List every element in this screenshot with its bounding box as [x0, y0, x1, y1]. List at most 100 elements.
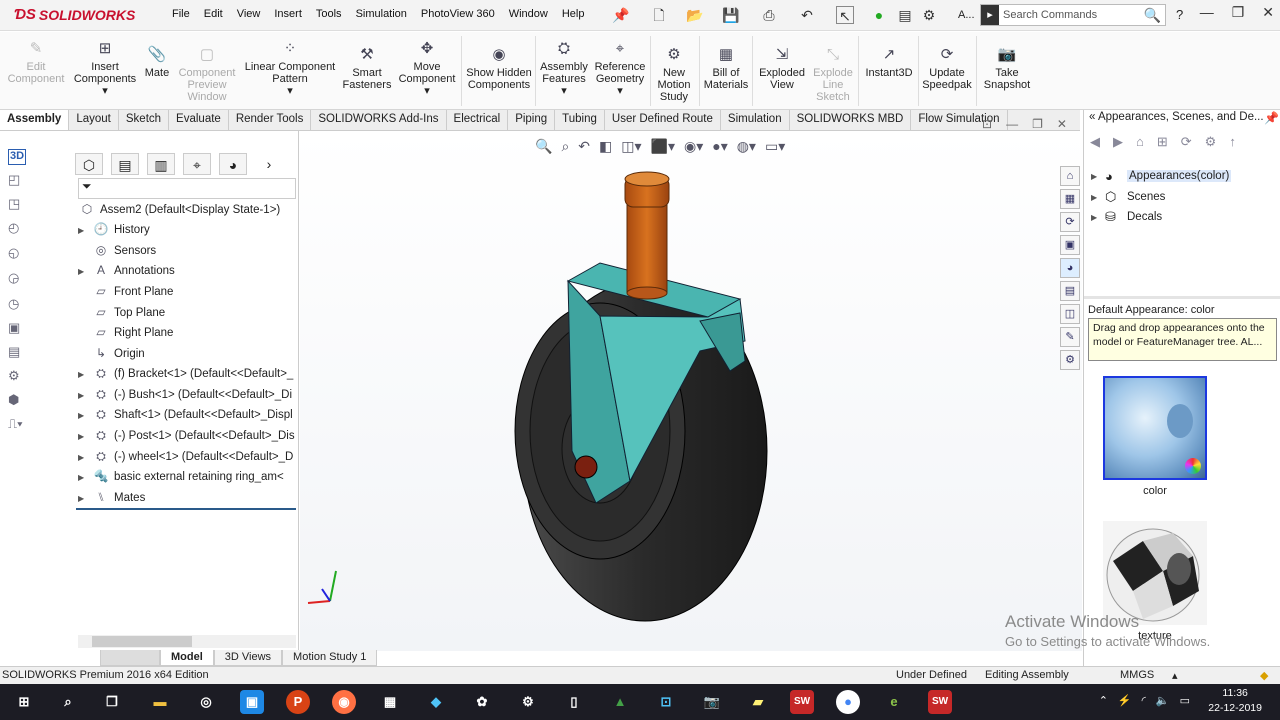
pane-divider[interactable]: [1084, 296, 1280, 299]
toolbox-icon[interactable]: ✎: [1060, 327, 1080, 347]
exploded-view-button[interactable]: ⇲ Exploded View: [756, 46, 808, 91]
configuration-manager-tab-icon[interactable]: ▥: [147, 153, 175, 175]
assembly-features-button[interactable]: ⛭ Assembly Features ▾: [538, 40, 590, 97]
home-icon[interactable]: ⌂: [1136, 134, 1144, 150]
menu-insert[interactable]: Insert: [274, 8, 302, 20]
expand-arrow-icon[interactable]: ▶: [78, 432, 92, 441]
user-initial-icon[interactable]: A...: [958, 9, 975, 21]
bill-of-materials-button[interactable]: ▦ Bill of Materials: [702, 46, 750, 91]
tray-arrow-icon[interactable]: ⌃: [1099, 694, 1108, 707]
keyboard-icon[interactable]: ▭: [1180, 694, 1190, 707]
tree-item-retaining-ring[interactable]: ▶ 🔩 basic external retaining ring_am<: [78, 467, 284, 487]
solidworks-forum-icon[interactable]: ⚙: [1060, 350, 1080, 370]
new-doc-icon[interactable]: 🗋: [650, 6, 668, 24]
expand-arrow-icon[interactable]: ▶: [78, 453, 92, 462]
tree-item-sensors[interactable]: ◎ Sensors: [78, 241, 156, 261]
chevron-right-icon[interactable]: ›: [255, 153, 283, 175]
expand-arrow-icon[interactable]: ▶: [78, 494, 92, 503]
new-motion-study-button[interactable]: ⚙ New Motion Study: [653, 46, 695, 103]
tree-item-front-plane[interactable]: ▱ Front Plane: [78, 282, 173, 302]
horizontal-scrollbar[interactable]: [78, 635, 296, 648]
task-view-icon[interactable]: ❐: [100, 690, 124, 714]
minimize-viewport-icon[interactable]: —: [1006, 117, 1018, 131]
tab-tubing[interactable]: Tubing: [555, 110, 605, 130]
tab-mbd[interactable]: SOLIDWORKS MBD: [790, 110, 912, 130]
caster-model[interactable]: [300, 131, 1082, 651]
expand-arrow-icon[interactable]: ▶: [78, 267, 92, 276]
forward-icon[interactable]: ▶: [1113, 134, 1123, 150]
close-viewport-icon[interactable]: ✕: [1057, 117, 1067, 131]
collapse-icon[interactable]: «: [1089, 111, 1095, 123]
help-icon[interactable]: ?: [1176, 7, 1183, 22]
component-preview-button[interactable]: ▢ Component Preview Window: [176, 46, 238, 103]
tab-assembly[interactable]: Assembly: [0, 110, 70, 130]
file-properties-icon[interactable]: ▤: [896, 6, 914, 24]
options-icon[interactable]: ⚙: [1205, 134, 1217, 150]
display-manager-tab-icon[interactable]: ◕: [219, 153, 247, 175]
sticky-notes-icon[interactable]: ▰: [746, 690, 770, 714]
up-icon[interactable]: ↑: [1229, 134, 1236, 150]
tab-model[interactable]: Model: [160, 650, 214, 666]
tp-item-scenes[interactable]: ▶ ⬡ Scenes: [1091, 188, 1165, 206]
solidworks-taskbar-icon[interactable]: SW: [790, 690, 814, 714]
tree-item-shaft[interactable]: ▶ ⛭ Shaft<1> (Default<<Default>_Displ: [78, 405, 293, 425]
toolbar-icon-3[interactable]: ◴: [8, 220, 26, 236]
calculator-icon[interactable]: ▦: [378, 690, 402, 714]
edrawings-icon[interactable]: e: [882, 690, 906, 714]
refresh-icon[interactable]: ⟳: [1181, 134, 1192, 150]
property-manager-tab-icon[interactable]: ▤: [111, 153, 139, 175]
file-explorer-icon[interactable]: ⟳: [1060, 212, 1080, 232]
edit-component-button[interactable]: ✎ Edit Component: [6, 40, 66, 85]
feature-tree-tab-icon[interactable]: ⬡: [75, 153, 103, 175]
app-icon-capture[interactable]: ⊡: [654, 690, 678, 714]
notification-icon[interactable]: ◆: [1260, 669, 1268, 682]
expand-arrow-icon[interactable]: ▶: [78, 473, 92, 482]
restore-viewport-icon[interactable]: ❐: [1032, 117, 1043, 131]
restore-icon[interactable]: ❐: [1232, 4, 1245, 21]
linear-pattern-button[interactable]: ⁘ Linear Component Pattern ▾: [242, 40, 338, 97]
select-icon[interactable]: ↖: [836, 6, 854, 24]
tab-simulation[interactable]: Simulation: [721, 110, 790, 130]
app-icon-circle[interactable]: ◎: [194, 690, 218, 714]
menu-edit[interactable]: Edit: [204, 8, 223, 20]
tab-piping[interactable]: Piping: [508, 110, 556, 130]
toolbar-icon-4[interactable]: ◵: [8, 245, 26, 261]
appearances-tab-icon[interactable]: ◕: [1060, 258, 1080, 278]
tab-evaluate[interactable]: Evaluate: [169, 110, 229, 130]
tab-user-defined-route[interactable]: User Defined Route: [605, 110, 721, 130]
open-icon[interactable]: 📂: [686, 6, 704, 24]
toolbar-icon-9[interactable]: ⚙: [8, 368, 26, 384]
tree-item-mates[interactable]: ▶ ⑊ Mates: [78, 488, 145, 508]
smart-fasteners-button[interactable]: ⚒ Smart Fasteners: [340, 46, 394, 91]
menu-simulation[interactable]: Simulation: [356, 8, 407, 20]
3d-view-icon[interactable]: 3D: [8, 149, 26, 165]
pin-pane-icon[interactable]: 📌: [1264, 111, 1279, 125]
menu-window[interactable]: Window: [509, 8, 548, 20]
volume-icon[interactable]: 🔈: [1156, 694, 1170, 707]
tab-sketch[interactable]: Sketch: [119, 110, 170, 130]
move-component-button[interactable]: ✥ Move Component ▾: [396, 40, 458, 97]
print-icon[interactable]: ⎙: [760, 6, 778, 24]
app-icon-triangle[interactable]: ▲: [608, 690, 632, 714]
forum-icon[interactable]: ◫: [1060, 304, 1080, 324]
tree-item-annotations[interactable]: ▶ A Annotations: [78, 261, 175, 281]
dimxpert-tab-icon[interactable]: ⌖: [183, 153, 211, 175]
expand-arrow-icon[interactable]: ▶: [78, 391, 92, 400]
toolbar-icon-8[interactable]: ▤: [8, 344, 26, 360]
minimize-icon[interactable]: —: [1200, 4, 1214, 21]
tab-3d-views[interactable]: 3D Views: [213, 650, 283, 666]
tab-navigation-arrows[interactable]: [100, 650, 160, 666]
instant3d-button[interactable]: ↗ Instant3D: [862, 46, 916, 79]
tab-electrical[interactable]: Electrical: [447, 110, 509, 130]
tree-item-history[interactable]: ▶ 🕘 History: [78, 220, 150, 240]
menu-file[interactable]: File: [172, 8, 190, 20]
app-icon-blue[interactable]: ▣: [240, 690, 264, 714]
search-box[interactable]: ▸ Search Commands 🔍: [980, 4, 1166, 26]
toolbar-icon-7[interactable]: ▣: [8, 320, 26, 336]
toolbar-icon-1[interactable]: ◰: [8, 172, 26, 188]
menu-photoview[interactable]: PhotoView 360: [421, 8, 495, 20]
show-hidden-button[interactable]: ◉ Show Hidden Components: [466, 46, 532, 91]
tree-item-right-plane[interactable]: ▱ Right Plane: [78, 323, 173, 343]
save-icon[interactable]: 💾: [722, 6, 740, 24]
reference-geometry-button[interactable]: ⌖ Reference Geometry ▾: [592, 40, 648, 97]
